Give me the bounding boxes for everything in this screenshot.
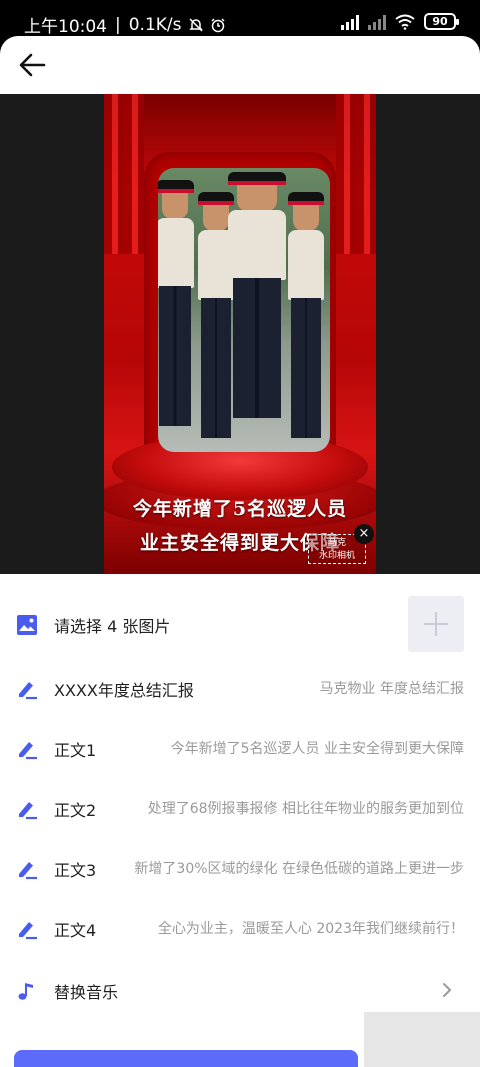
slide-photo [158,168,330,452]
body-row-1[interactable]: 正文1 今年新增了5名巡逻人员 业主安全得到更大保障 [0,718,480,778]
alarm-clock-icon [210,17,226,33]
top-app-bar [0,36,480,94]
image-picker-label: 请选择 4 张图片 [54,617,171,636]
arrow-left-icon [19,53,46,77]
music-row[interactable]: 替换音乐 [0,960,480,1020]
watermark-line-2: 水印相机 [318,551,355,561]
template-stage: 今年新增了5名巡逻人员 业主安全得到更大保障 马克 水印相机 × [104,94,376,574]
title-row[interactable]: XXXX年度总结汇报 马克物业 年度总结汇报 [0,658,480,718]
body-value-1: 今年新增了5名巡逻人员 业主安全得到更大保障 [170,741,464,757]
status-time: 上午10:04 [24,17,107,37]
body-value-2: 处理了68例报事报修 相比往年物业的服务更加到位 [147,801,464,817]
edit-icon [19,742,37,760]
body-label-2: 正文2 [54,801,97,820]
chevron-right-icon [443,983,451,997]
body-row-2[interactable]: 正文2 处理了68例报事报修 相比往年物业的服务更加到位 [0,778,480,838]
battery-indicator: 90 [424,13,459,30]
music-note-icon [18,983,33,1000]
body-row-3[interactable]: 正文3 新增了30%区域的绿化 在绿色低碳的道路上更进一步 [0,838,480,898]
signal-strength-icon [341,14,359,30]
music-label: 替换音乐 [54,983,119,1002]
back-button[interactable] [16,50,50,80]
curtain-right [336,94,376,254]
edit-icon [19,922,37,940]
edit-icon [19,862,37,880]
body-label-3: 正文3 [54,861,97,880]
body-label-1: 正文1 [54,741,97,760]
status-speed: 0.1K/s [128,14,182,35]
caption-line-1: 今年新增了5名巡逻人员 [132,498,348,520]
guard-figure [228,172,286,448]
template-settings-panel: 请选择 4 张图片 XXXX年度总结汇报 马克物业 年度总结汇报 正文1 今年新… [0,574,480,1067]
title-value: 马克物业 年度总结汇报 [319,681,464,697]
body-row-4[interactable]: 正文4 全心为业主，温暖至人心 2023年我们继续前行！ [0,898,480,958]
mute-bell-icon [188,17,204,33]
status-left: 上午10:04 | 0.1K/s [24,12,226,37]
edit-icon [19,802,37,820]
guard-figure [158,180,194,440]
primary-action-button[interactable] [14,1050,358,1067]
body-label-4: 正文4 [54,921,97,940]
body-value-4: 全心为业主，温暖至人心 2023年我们继续前行！ [157,921,464,937]
status-separator: | [115,14,121,35]
watermark-close-button[interactable]: × [354,524,374,544]
body-value-3: 新增了30%区域的绿化 在绿色低碳的道路上更进一步 [134,861,464,877]
image-icon [17,615,37,635]
title-label: XXXX年度总结汇报 [54,681,194,700]
guard-figure [288,192,324,442]
wifi-icon [395,14,415,30]
bottom-right-overlay [364,1012,480,1067]
signal-strength-2-icon [368,14,386,30]
edit-icon [19,682,37,700]
add-image-button[interactable] [408,596,464,652]
curtain-left [104,94,144,254]
status-right: 90 [341,13,459,30]
video-preview[interactable]: 今年新增了5名巡逻人员 业主安全得到更大保障 马克 水印相机 × [0,94,480,574]
